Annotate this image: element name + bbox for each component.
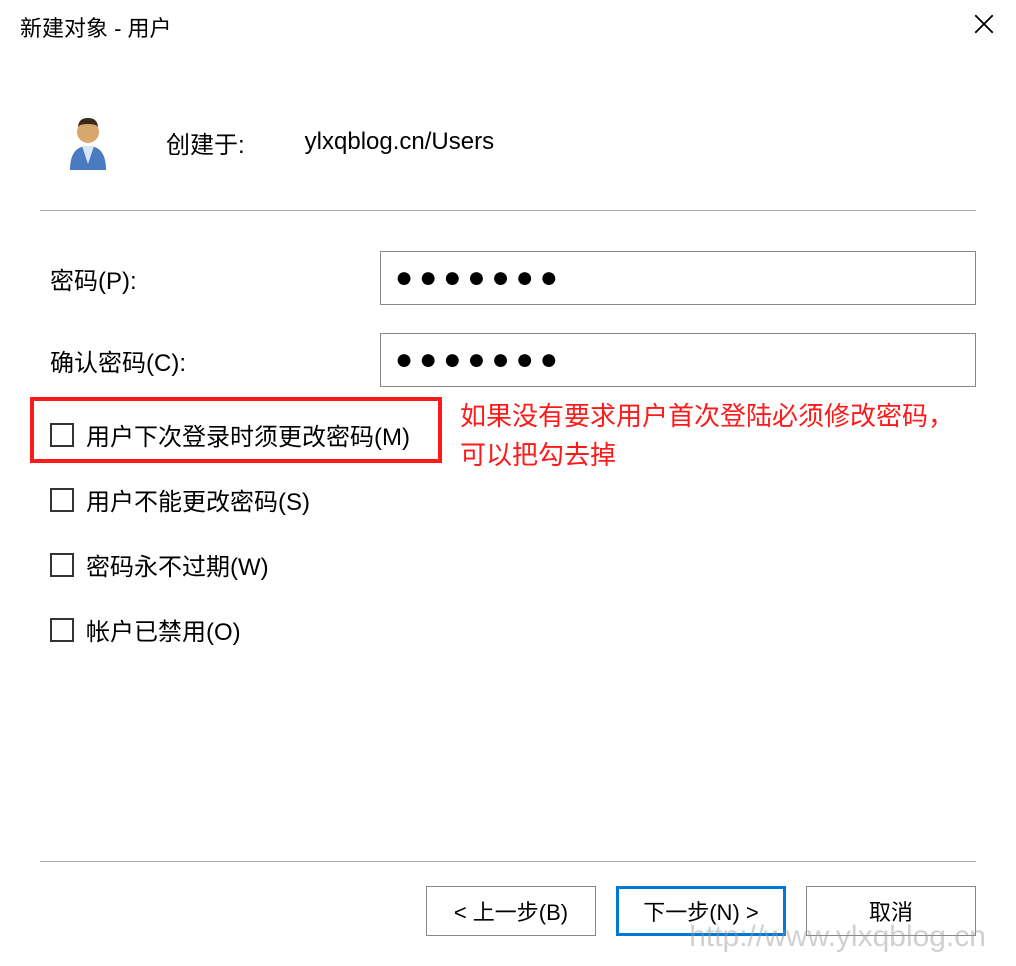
close-icon — [974, 14, 994, 34]
close-button[interactable] — [954, 4, 1014, 44]
window-title: 新建对象 - 用户 — [20, 11, 172, 43]
must-change-password-checkbox[interactable] — [50, 423, 74, 447]
password-input[interactable] — [380, 251, 976, 305]
checkbox-row-disabled: 帐户已禁用(O) — [40, 612, 976, 647]
checkbox-section: 如果没有要求用户首次登陆必须修改密码，可以把勾去掉 用户下次登录时须更改密码(M… — [40, 417, 976, 647]
created-in-label: 创建于: — [166, 125, 245, 160]
confirm-password-row: 确认密码(C): — [40, 333, 976, 387]
cannot-change-password-checkbox[interactable] — [50, 488, 74, 512]
account-disabled-label[interactable]: 帐户已禁用(O) — [86, 612, 241, 647]
dialog-footer: < 上一步(B) 下一步(N) > 取消 — [0, 841, 1016, 966]
annotation-text: 如果没有要求用户首次登陆必须修改密码，可以把勾去掉 — [460, 397, 976, 475]
confirm-password-label: 确认密码(C): — [40, 343, 380, 378]
must-change-password-label[interactable]: 用户下次登录时须更改密码(M) — [86, 417, 410, 452]
user-icon — [60, 114, 116, 170]
checkbox-row-cannot-change: 用户不能更改密码(S) — [40, 482, 976, 517]
button-row: < 上一步(B) 下一步(N) > 取消 — [40, 886, 976, 936]
cannot-change-password-label[interactable]: 用户不能更改密码(S) — [86, 482, 310, 517]
password-label: 密码(P): — [40, 261, 380, 296]
header-row: 创建于: ylxqblog.cn/Users — [40, 94, 976, 200]
password-never-expires-checkbox[interactable] — [50, 553, 74, 577]
account-disabled-checkbox[interactable] — [50, 618, 74, 642]
cancel-button[interactable]: 取消 — [806, 886, 976, 936]
created-in-path: ylxqblog.cn/Users — [305, 128, 494, 156]
footer-divider — [40, 861, 976, 862]
confirm-password-input[interactable] — [380, 333, 976, 387]
header-divider — [40, 210, 976, 211]
password-row: 密码(P): — [40, 251, 976, 305]
password-never-expires-label[interactable]: 密码永不过期(W) — [86, 547, 269, 582]
back-button[interactable]: < 上一步(B) — [426, 886, 596, 936]
dialog-content: 创建于: ylxqblog.cn/Users 密码(P): 确认密码(C): 如… — [0, 54, 1016, 647]
next-button[interactable]: 下一步(N) > — [616, 886, 786, 936]
titlebar: 新建对象 - 用户 — [0, 0, 1016, 54]
checkbox-row-never-expires: 密码永不过期(W) — [40, 547, 976, 582]
